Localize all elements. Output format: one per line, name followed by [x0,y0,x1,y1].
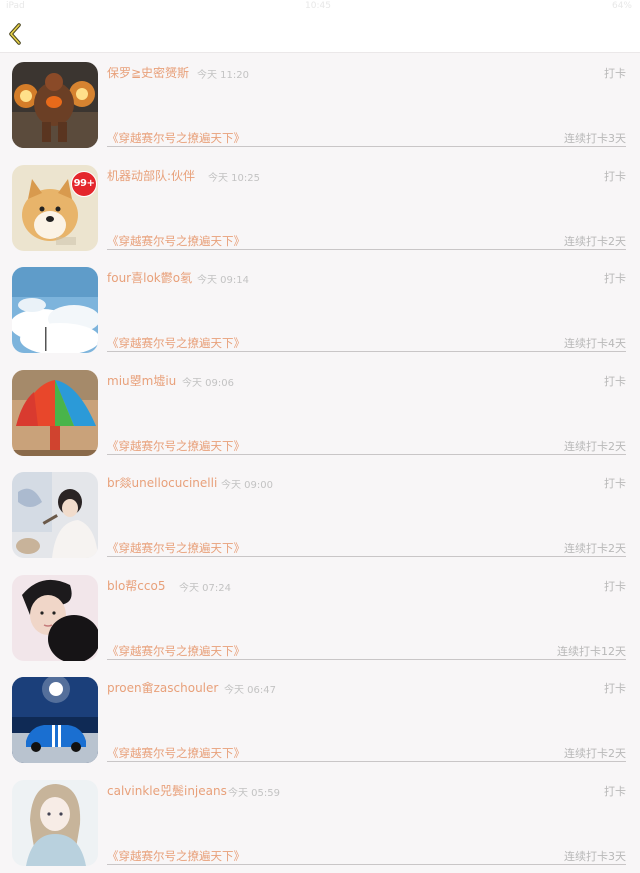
back-button[interactable] [4,22,28,46]
post-time: 今天 05:59 [228,784,280,799]
user-name[interactable]: calvinkle兕鬓injeans [107,782,227,799]
list-item[interactable]: miu曌m墟iu 今天 09:06 打卡 《穿越赛尔号之撩遍天下》 连续打卡2天 [0,361,640,464]
girl-painting-image [12,472,98,558]
checkin-button[interactable]: 打卡 [604,270,626,286]
user-name[interactable]: br燚unellocucinelli [107,474,217,491]
chevron-left-icon [4,22,28,46]
list-item[interactable]: proen畲zaschouler 今天 06:47 打卡 《穿越赛尔号之撩遍天下… [0,668,640,771]
user-name[interactable]: proen畲zaschouler [107,679,218,696]
list-item[interactable]: br燚unellocucinelli 今天 09:00 打卡 《穿越赛尔号之撩遍… [0,463,640,566]
user-name[interactable]: 保罗≧史密赟斯 [107,64,189,81]
checkin-button[interactable]: 打卡 [604,65,626,81]
book-title-link[interactable]: 《穿越赛尔号之撩遍天下》 [107,745,245,761]
list-item[interactable]: calvinkle兕鬓injeans 今天 05:59 打卡 《穿越赛尔号之撩遍… [0,771,640,873]
user-avatar[interactable] [12,575,98,661]
streak-label: 连续打卡12天 [557,643,626,659]
post-time: 今天 10:25 [208,169,260,184]
fire-monster-image [12,62,98,148]
book-title-link[interactable]: 《穿越赛尔号之撩遍天下》 [107,335,245,351]
streak-label: 连续打卡2天 [564,233,626,249]
user-name[interactable]: four喜lok鬱o氡 [107,269,192,286]
rainbow-umbrella-image [12,370,98,456]
book-title-link[interactable]: 《穿越赛尔号之撩遍天下》 [107,233,245,249]
sky-clouds-image [12,267,98,353]
streak-label: 连续打卡2天 [564,745,626,761]
post-time: 今天 09:14 [197,271,249,286]
row-divider [107,146,626,147]
row-divider [107,454,626,455]
post-time: 今天 06:47 [224,681,276,696]
user-avatar[interactable] [12,370,98,456]
list-item[interactable]: 99+ 机器动部队:伙伴 今天 10:25 打卡 《穿越赛尔号之撩遍天下》 连续… [0,156,640,259]
user-avatar[interactable] [12,267,98,353]
post-time: 今天 09:06 [182,374,234,389]
post-time: 今天 07:24 [179,579,231,594]
row-divider [107,659,626,660]
streak-label: 连续打卡3天 [564,130,626,146]
user-name[interactable]: blo帮cco5 [107,577,165,594]
navigation-bar [0,16,640,53]
post-time: 今天 09:00 [221,476,273,491]
user-avatar[interactable] [12,677,98,763]
checkin-button[interactable]: 打卡 [604,168,626,184]
blue-car-image [12,677,98,763]
user-name[interactable]: miu曌m墟iu [107,372,176,389]
boy-portrait-image [12,575,98,661]
checkin-list: 保罗≧史密赟斯 今天 11:20 打卡 《穿越赛尔号之撩遍天下》 连续打卡3天 … [0,53,640,873]
row-divider [107,864,626,865]
user-avatar[interactable] [12,472,98,558]
row-divider [107,556,626,557]
checkin-button[interactable]: 打卡 [604,475,626,491]
status-bar: iPad 10:45 64% [0,0,640,16]
checkin-button[interactable]: 打卡 [604,578,626,594]
battery-label: 64% [612,1,632,11]
row-divider [107,351,626,352]
streak-label: 连续打卡2天 [564,540,626,556]
book-title-link[interactable]: 《穿越赛尔号之撩遍天下》 [107,130,245,146]
carrier-label: iPad [6,1,25,11]
user-name[interactable]: 机器动部队:伙伴 [107,167,195,184]
book-title-link[interactable]: 《穿越赛尔号之撩遍天下》 [107,540,245,556]
checkin-button[interactable]: 打卡 [604,783,626,799]
book-title-link[interactable]: 《穿越赛尔号之撩遍天下》 [107,438,245,454]
checkin-button[interactable]: 打卡 [604,680,626,696]
list-item[interactable]: 保罗≧史密赟斯 今天 11:20 打卡 《穿越赛尔号之撩遍天下》 连续打卡3天 [0,53,640,156]
book-title-link[interactable]: 《穿越赛尔号之撩遍天下》 [107,848,245,864]
book-title-link[interactable]: 《穿越赛尔号之撩遍天下》 [107,643,245,659]
row-divider [107,249,626,250]
streak-label: 连续打卡2天 [564,438,626,454]
user-avatar[interactable] [12,62,98,148]
clock-label: 10:45 [305,1,331,11]
row-divider [107,761,626,762]
streak-label: 连续打卡4天 [564,335,626,351]
list-item[interactable]: blo帮cco5 今天 07:24 打卡 《穿越赛尔号之撩遍天下》 连续打卡12… [0,566,640,669]
streak-label: 连续打卡3天 [564,848,626,864]
list-item[interactable]: four喜lok鬱o氡 今天 09:14 打卡 《穿越赛尔号之撩遍天下》 连续打… [0,258,640,361]
checkin-button[interactable]: 打卡 [604,373,626,389]
unread-badge: 99+ [71,171,97,197]
post-time: 今天 11:20 [197,66,249,81]
